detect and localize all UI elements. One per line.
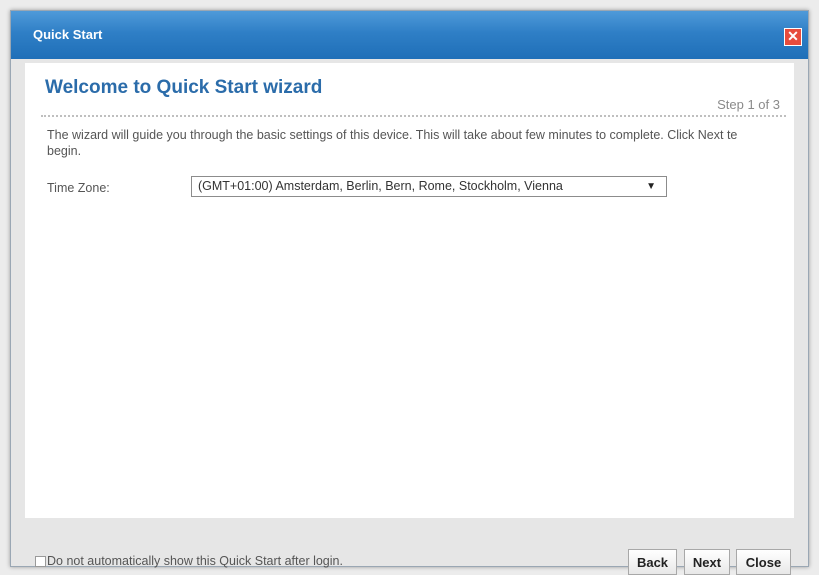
timezone-select[interactable]: (GMT+01:00) Amsterdam, Berlin, Bern, Rom…: [191, 176, 667, 197]
dialog-title: Quick Start: [33, 27, 103, 42]
wizard-content: Welcome to Quick Start wizard Step 1 of …: [25, 63, 794, 518]
timezone-label: Time Zone:: [47, 181, 110, 195]
dialog-titlebar: Quick Start ✕: [11, 11, 808, 59]
close-button[interactable]: Close: [736, 549, 791, 575]
back-button[interactable]: Back: [628, 549, 677, 575]
timezone-selected-value: (GMT+01:00) Amsterdam, Berlin, Bern, Rom…: [198, 179, 563, 193]
wizard-heading: Welcome to Quick Start wizard: [45, 77, 323, 98]
close-x-icon[interactable]: ✕: [784, 28, 802, 46]
step-indicator: Step 1 of 3: [717, 97, 780, 112]
auto-show-checkbox[interactable]: [35, 556, 46, 567]
quick-start-dialog: Quick Start ✕ Welcome to Quick Start wiz…: [10, 10, 809, 575]
heading-divider: [41, 115, 786, 117]
dialog-footer: Do not automatically show this Quick Sta…: [11, 518, 808, 575]
next-button[interactable]: Next: [684, 549, 730, 575]
auto-show-checkbox-label[interactable]: Do not automatically show this Quick Sta…: [47, 554, 343, 568]
wizard-description: The wizard will guide you through the ba…: [47, 128, 738, 158]
chevron-down-icon: ▼: [646, 181, 656, 192]
